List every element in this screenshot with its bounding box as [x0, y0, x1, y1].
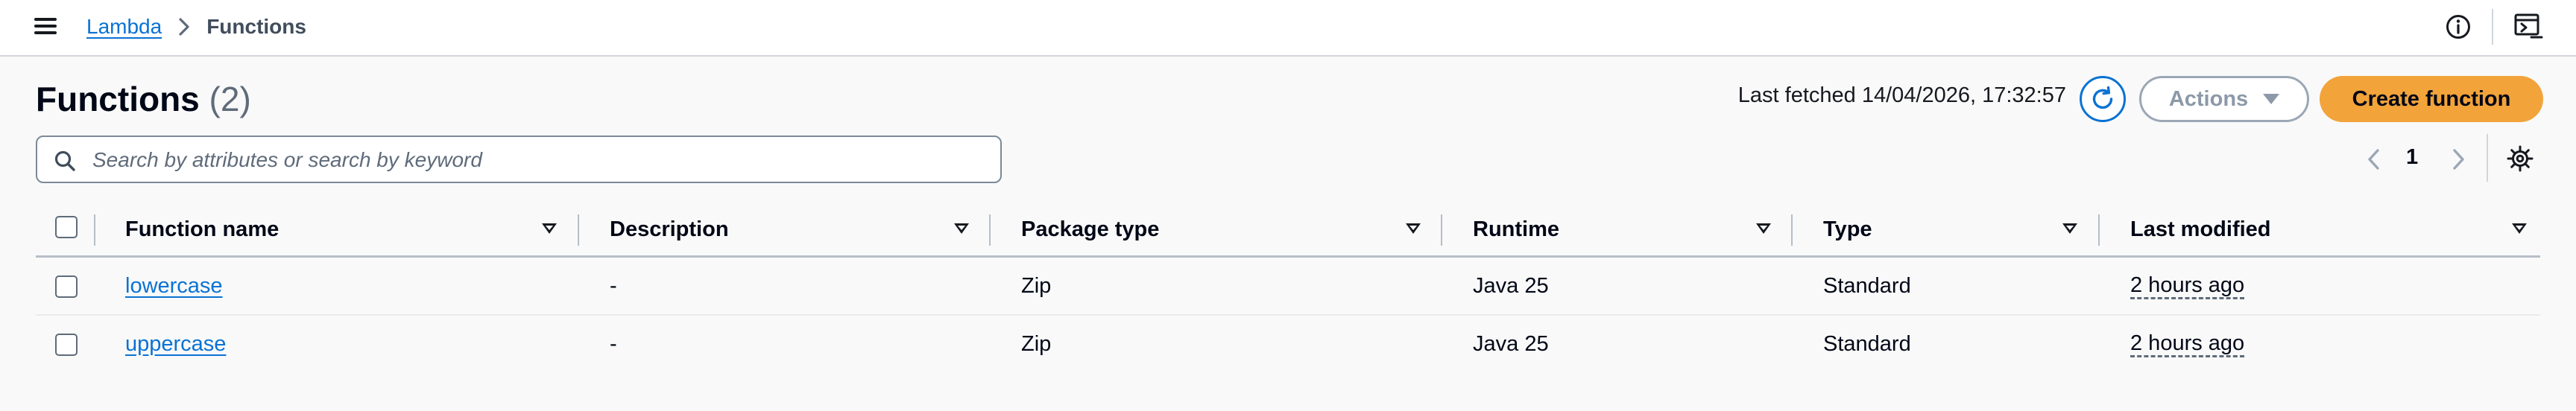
last-fetched-text: Last fetched 14/04/2026, 17:32:57: [1737, 83, 2066, 107]
create-function-label: Create function: [2352, 86, 2511, 111]
column-divider[interactable]: [989, 214, 991, 246]
table-header: Function name Description Package type R…: [36, 203, 2540, 258]
refresh-button[interactable]: [2080, 76, 2126, 122]
column-header-package-type[interactable]: Package type: [1021, 217, 1159, 242]
menu-icon[interactable]: [33, 15, 60, 37]
column-divider[interactable]: [578, 214, 579, 246]
chevron-left-icon[interactable]: [2363, 146, 2385, 173]
type-cell: Standard: [1823, 332, 1911, 356]
row-checkbox[interactable]: [55, 275, 78, 298]
pagination-divider: [2487, 134, 2488, 182]
column-divider[interactable]: [2098, 214, 2100, 246]
function-name-link[interactable]: lowercase: [125, 274, 223, 299]
page-title: Functions (2): [36, 79, 251, 119]
sort-icon[interactable]: [542, 223, 557, 234]
function-count: (2): [209, 80, 251, 118]
table-row: uppercase - Zip Java 25 Standard 2 hours…: [36, 316, 2540, 374]
page-title-text: Functions: [36, 80, 200, 118]
chevron-right-icon[interactable]: [2447, 146, 2469, 173]
topbar-divider: [2492, 9, 2493, 45]
runtime-cell: Java 25: [1473, 274, 1549, 298]
cloudshell-icon[interactable]: [2513, 12, 2545, 42]
column-divider: [94, 214, 95, 246]
top-navigation-bar: Lambda Functions: [0, 0, 2576, 57]
description-cell: -: [610, 274, 617, 298]
last-modified-cell[interactable]: 2 hours ago: [2130, 274, 2245, 299]
function-name-link[interactable]: uppercase: [125, 332, 226, 357]
breadcrumb: Lambda Functions: [86, 12, 306, 42]
column-header-runtime[interactable]: Runtime: [1473, 217, 1559, 242]
sort-icon[interactable]: [1406, 223, 1421, 234]
sort-icon[interactable]: [2062, 223, 2077, 234]
column-header-type[interactable]: Type: [1823, 217, 1872, 242]
sort-icon[interactable]: [2512, 223, 2527, 234]
actions-button[interactable]: Actions: [2139, 76, 2309, 122]
gear-icon[interactable]: [2506, 144, 2534, 173]
sort-icon[interactable]: [1756, 223, 1771, 234]
table-row: lowercase - Zip Java 25 Standard 2 hours…: [36, 258, 2540, 316]
column-divider[interactable]: [1441, 214, 1442, 246]
info-icon[interactable]: [2445, 13, 2472, 40]
actions-label: Actions: [2168, 86, 2249, 111]
search-box: [36, 136, 1002, 183]
sort-icon[interactable]: [954, 223, 969, 234]
row-checkbox[interactable]: [55, 334, 78, 356]
refresh-icon: [2092, 86, 2113, 109]
package-type-cell: Zip: [1021, 274, 1052, 298]
breadcrumb-lambda-link[interactable]: Lambda: [86, 15, 162, 39]
runtime-cell: Java 25: [1473, 332, 1549, 356]
breadcrumb-current: Functions: [206, 15, 306, 38]
column-divider[interactable]: [1791, 214, 1793, 246]
type-cell: Standard: [1823, 274, 1911, 298]
search-input[interactable]: [91, 141, 988, 179]
caret-down-icon: [2263, 94, 2280, 104]
search-icon: [54, 150, 75, 171]
create-function-button[interactable]: Create function: [2320, 76, 2543, 122]
column-header-last-modified[interactable]: Last modified: [2130, 217, 2271, 242]
page-number[interactable]: 1: [2406, 145, 2418, 170]
column-header-function-name[interactable]: Function name: [125, 217, 279, 242]
last-modified-cell[interactable]: 2 hours ago: [2130, 332, 2245, 357]
column-header-description[interactable]: Description: [610, 217, 729, 242]
package-type-cell: Zip: [1021, 332, 1052, 356]
select-all-checkbox[interactable]: [55, 216, 78, 238]
description-cell: -: [610, 332, 617, 356]
chevron-right-icon: [178, 17, 190, 36]
